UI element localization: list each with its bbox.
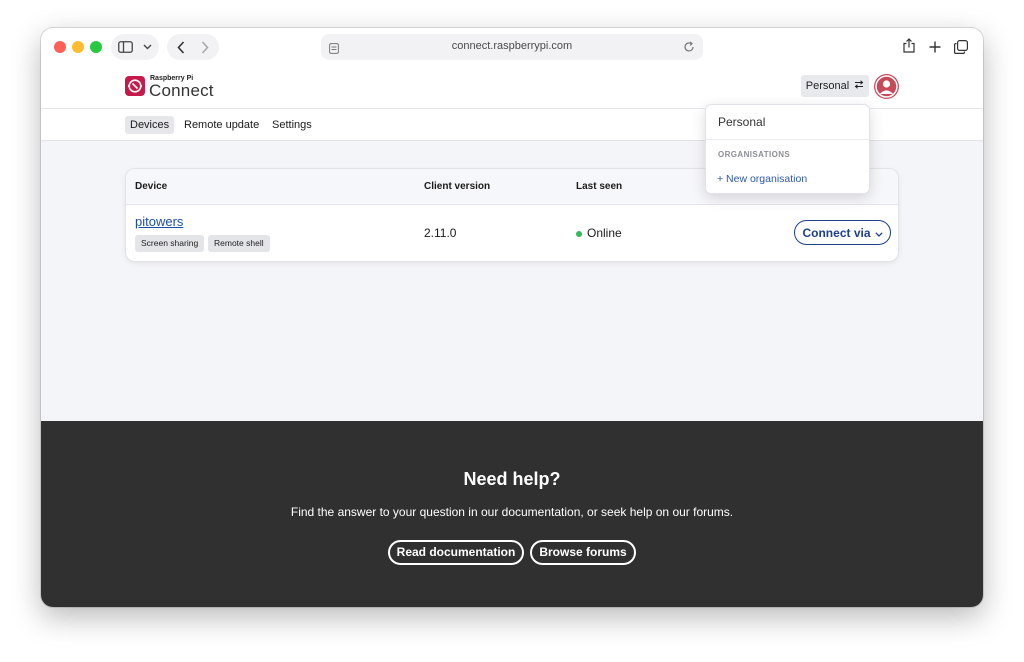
online-status-dot	[576, 231, 582, 237]
menu-section-heading: ORGANISATIONS	[718, 150, 791, 159]
back-icon[interactable]	[177, 40, 185, 54]
browser-window: connect.raspberrypi.com Raspberry Pi Con…	[41, 28, 983, 607]
zoom-window-button[interactable]	[90, 41, 102, 53]
share-icon[interactable]	[903, 38, 915, 58]
column-header-last-seen: Last seen	[576, 181, 623, 192]
menu-item-new-organisation[interactable]: + New organisation	[717, 173, 807, 185]
device-name-link[interactable]: pitowers	[135, 214, 183, 229]
site-header: Raspberry Pi Connect Personal	[41, 66, 983, 108]
tabs-overview-icon[interactable]	[954, 40, 969, 59]
column-header-device: Device	[135, 181, 168, 192]
swap-arrows-icon	[854, 80, 864, 92]
url-text: connect.raspberrypi.com	[451, 40, 573, 52]
avatar[interactable]	[874, 74, 899, 99]
browse-forums-button[interactable]: Browse forums	[530, 540, 636, 565]
connect-via-button[interactable]: Connect via	[794, 220, 891, 245]
menu-item-personal[interactable]: Personal	[718, 115, 765, 129]
raspberry-pi-connect-logo-icon[interactable]	[125, 76, 145, 96]
reload-icon[interactable]	[683, 40, 695, 58]
help-footer: Need help? Find the answer to your quest…	[41, 421, 983, 607]
read-documentation-button[interactable]: Read documentation	[388, 540, 524, 565]
sidebar-toggle[interactable]	[111, 34, 159, 60]
user-icon	[875, 75, 898, 98]
capability-tag: Remote shell	[208, 235, 270, 252]
history-navigation	[167, 34, 219, 60]
browser-toolbar: connect.raspberrypi.com	[41, 28, 983, 66]
help-description: Find the answer to your question in our …	[290, 505, 734, 519]
nav-item-settings[interactable]: Settings	[267, 116, 317, 134]
chevron-down-icon[interactable]	[143, 44, 152, 50]
organisation-dropdown-menu: Personal ORGANISATIONS + New organisatio…	[705, 104, 870, 194]
menu-divider	[706, 139, 869, 140]
logo-product-text: Connect	[149, 81, 214, 100]
last-seen-value: Online	[587, 226, 622, 240]
column-header-client-version: Client version	[424, 181, 491, 192]
minimize-window-button[interactable]	[72, 41, 84, 53]
organisation-switcher-label: Personal	[805, 80, 850, 92]
nav-item-devices[interactable]: Devices	[125, 116, 175, 134]
chevron-down-icon	[874, 226, 883, 240]
new-tab-icon[interactable]	[929, 40, 941, 58]
connect-via-label: Connect via	[802, 225, 871, 240]
help-title: Need help?	[463, 469, 561, 489]
address-bar[interactable]: connect.raspberrypi.com	[321, 34, 703, 60]
organisation-switcher-button[interactable]: Personal	[801, 75, 869, 97]
forward-icon[interactable]	[201, 40, 209, 54]
nav-item-remote-update[interactable]: Remote update	[179, 116, 264, 134]
client-version-value: 2.11.0	[424, 226, 457, 240]
capability-tag: Screen sharing	[135, 235, 205, 252]
close-window-button[interactable]	[54, 41, 66, 53]
sidebar-icon	[118, 41, 133, 53]
